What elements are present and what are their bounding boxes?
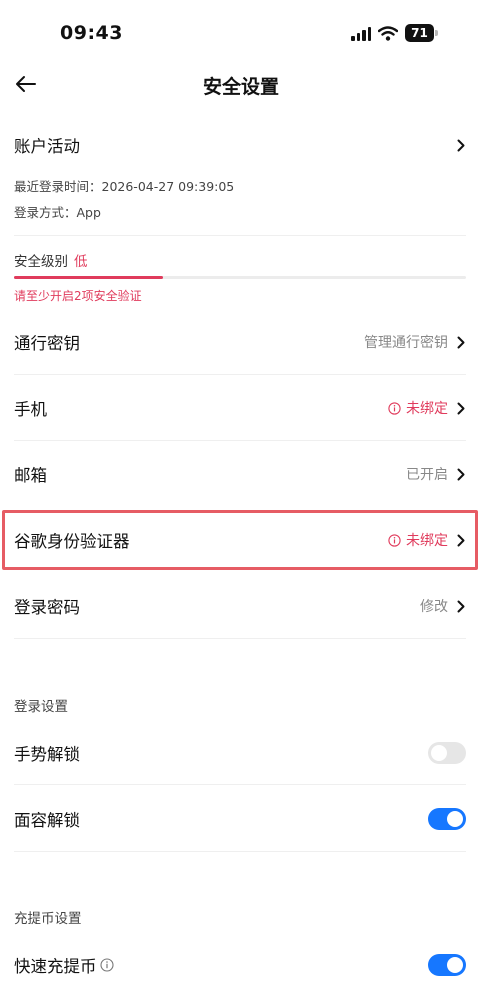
gesture-unlock-label: 手势解锁 <box>14 745 80 764</box>
phone-label: 手机 <box>14 400 47 419</box>
email-row[interactable]: 邮箱 已开启 <box>14 454 466 494</box>
chevron-right-icon <box>456 467 466 481</box>
nav-bar: 安全设置 <box>0 64 482 108</box>
chevron-right-icon <box>456 599 466 613</box>
login-settings-title: 登录设置 <box>14 699 68 715</box>
security-level-value: 低 <box>74 254 88 270</box>
page-title: 安全设置 <box>202 76 279 98</box>
cellular-signal-icon <box>351 26 371 41</box>
info-icon[interactable] <box>99 958 114 972</box>
divider <box>14 638 466 639</box>
divider <box>14 784 466 785</box>
deposit-settings-title: 充提币设置 <box>14 911 82 927</box>
login-password-label: 登录密码 <box>14 598 80 617</box>
login-password-action: 修改 <box>420 599 448 615</box>
email-status: 已开启 <box>406 467 448 483</box>
battery-icon: 71 <box>405 24 438 42</box>
face-unlock-row: 面容解锁 <box>14 799 466 839</box>
gesture-unlock-row: 手势解锁 <box>14 733 466 773</box>
status-bar: 09:43 71 <box>0 0 482 64</box>
google-authenticator-status: 未绑定 <box>406 533 448 549</box>
warning-info-icon <box>388 533 401 547</box>
phone-row[interactable]: 手机 未绑定 <box>14 388 466 428</box>
face-unlock-toggle[interactable] <box>428 808 466 830</box>
status-time: 09:43 <box>60 22 123 44</box>
last-login-time: 最近登录时间：2026-04-27 09:39:05 <box>14 179 235 194</box>
status-icons: 71 <box>351 24 438 42</box>
security-level-progress <box>14 276 466 279</box>
account-activity-label: 账户活动 <box>14 137 80 156</box>
chevron-right-icon <box>456 533 466 547</box>
google-authenticator-label: 谷歌身份验证器 <box>14 532 130 551</box>
phone-status: 未绑定 <box>406 401 448 417</box>
passkey-label: 通行密钥 <box>14 334 80 353</box>
passkey-value: 管理通行密钥 <box>364 335 448 351</box>
security-level: 安全级别低 <box>14 250 88 270</box>
quick-deposit-toggle[interactable] <box>428 954 466 976</box>
quick-deposit-label: 快速充提币 <box>14 957 97 976</box>
divider <box>14 235 466 236</box>
divider <box>14 374 466 375</box>
chevron-right-icon <box>456 401 466 415</box>
divider <box>14 851 466 852</box>
passkey-row[interactable]: 通行密钥 管理通行密钥 <box>14 322 466 362</box>
login-method: 登录方式：App <box>14 205 101 220</box>
divider <box>14 440 466 441</box>
gesture-unlock-toggle[interactable] <box>428 742 466 764</box>
quick-deposit-row: 快速充提币 <box>14 945 466 985</box>
account-activity-row[interactable]: 账户活动 <box>14 130 466 160</box>
security-level-progress-fill <box>14 276 164 279</box>
google-authenticator-row[interactable]: 谷歌身份验证器 未绑定 <box>14 520 466 560</box>
chevron-right-icon <box>456 138 466 152</box>
warning-info-icon <box>388 401 401 415</box>
security-level-hint: 请至少开启2项安全验证 <box>14 289 142 303</box>
wifi-icon <box>378 25 398 41</box>
chevron-right-icon <box>456 335 466 349</box>
security-level-label: 安全级别 <box>14 254 68 270</box>
face-unlock-label: 面容解锁 <box>14 811 80 830</box>
battery-level: 71 <box>405 24 434 42</box>
login-password-row[interactable]: 登录密码 修改 <box>14 586 466 626</box>
email-label: 邮箱 <box>14 466 47 485</box>
